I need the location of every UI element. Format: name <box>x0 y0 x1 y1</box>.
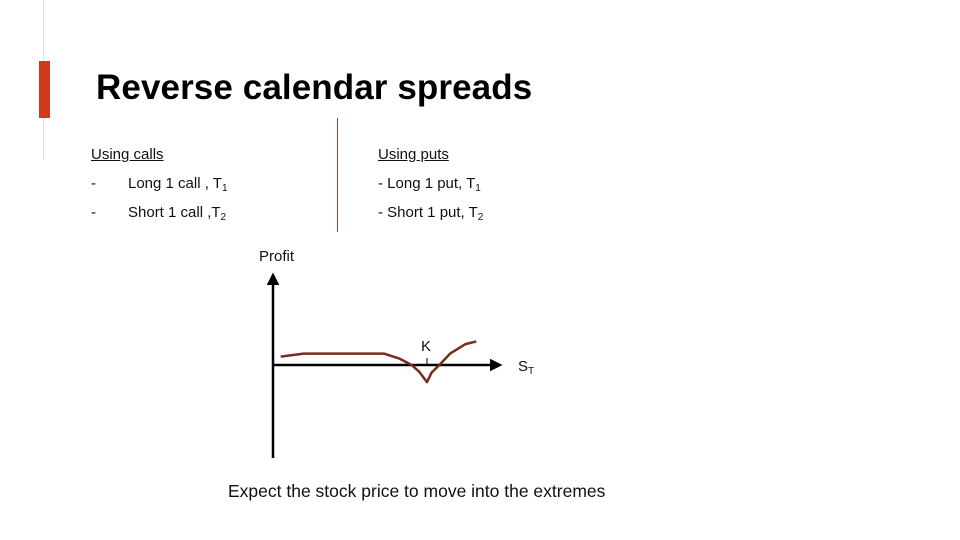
slide-caption: Expect the stock price to move into the … <box>228 481 606 501</box>
x-axis-label-text: S <box>518 358 529 375</box>
payoff-line <box>280 340 477 384</box>
y-axis-label: Profit <box>259 248 295 265</box>
strike-label: K <box>421 338 432 355</box>
x-axis-label-sub: T <box>528 366 535 377</box>
payoff-chart <box>266 272 503 458</box>
x-axis-label: ST <box>518 358 535 377</box>
